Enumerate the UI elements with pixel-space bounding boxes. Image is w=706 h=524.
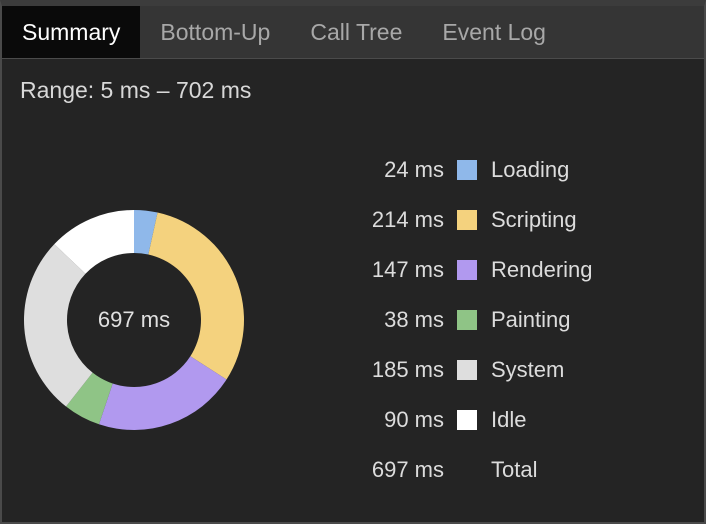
legend-value: 147 ms [371, 257, 444, 282]
legend-swatch-spacer [457, 460, 477, 480]
legend-label: Loading [491, 157, 570, 182]
legend-row-total: 697 ms Total [330, 445, 670, 495]
donut-center-total: 697 ms [97, 307, 171, 332]
legend-label: Painting [491, 307, 571, 332]
legend-swatch-loading [457, 160, 477, 180]
legend-label: System [491, 357, 565, 382]
legend-value: 185 ms [371, 357, 444, 382]
summary-donut-chart: 697 ms [22, 208, 246, 432]
legend-row-system: 185 ms System [330, 345, 670, 395]
tab-summary[interactable]: Summary [2, 6, 141, 58]
tab-event-log[interactable]: Event Log [422, 6, 566, 58]
tab-bottom-up[interactable]: Bottom-Up [140, 6, 290, 58]
legend-swatch-painting [457, 310, 477, 330]
legend-swatch-idle [457, 410, 477, 430]
legend-row-rendering: 147 ms Rendering [330, 245, 670, 295]
legend-swatch-rendering [457, 260, 477, 280]
category-legend: 24 ms Loading 214 ms Scripting 147 ms Re… [330, 145, 670, 495]
legend-label: Rendering [491, 257, 593, 282]
legend-row-painting: 38 ms Painting [330, 295, 670, 345]
legend-row-scripting: 214 ms Scripting [330, 195, 670, 245]
legend-label: Idle [491, 407, 527, 432]
tab-bar: Summary Bottom-Up Call Tree Event Log [2, 6, 704, 59]
legend-row-idle: 90 ms Idle [330, 395, 670, 445]
legend-value: 38 ms [384, 307, 444, 332]
legend-swatch-scripting [457, 210, 477, 230]
legend-value: 90 ms [384, 407, 444, 432]
legend-row-loading: 24 ms Loading [330, 145, 670, 195]
legend-total-label: Total [491, 457, 538, 482]
legend-label: Scripting [491, 207, 577, 232]
legend-swatch-system [457, 360, 477, 380]
legend-value: 24 ms [384, 157, 444, 182]
range-label: Range: 5 ms – 702 ms [20, 77, 252, 103]
legend-total-value: 697 ms [371, 457, 444, 482]
legend-value: 214 ms [371, 207, 444, 232]
tab-call-tree[interactable]: Call Tree [290, 6, 422, 58]
